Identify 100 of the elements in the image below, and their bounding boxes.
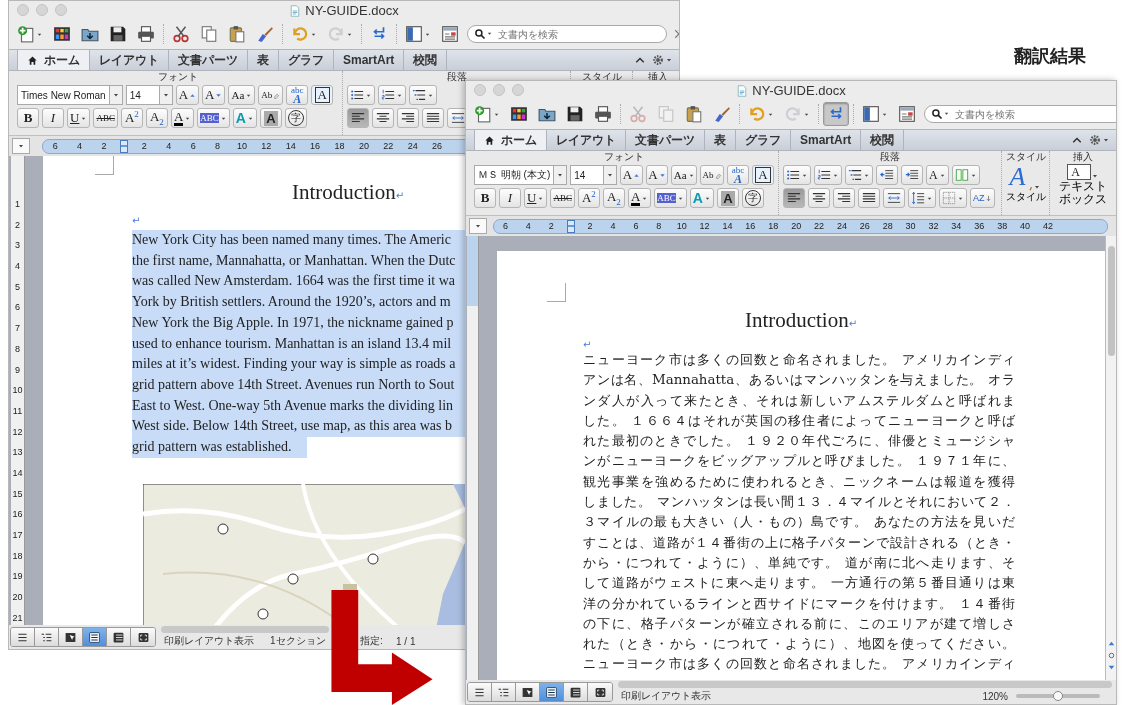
window-title: NY-GUIDE.docx (305, 3, 399, 18)
tab[interactable]: 表 (248, 50, 279, 70)
ruler-number: 8 (214, 141, 222, 151)
text-direction-button[interactable]: A (926, 165, 949, 185)
ruler-number: 24 (406, 141, 419, 151)
paragraph-mark: ↵ (583, 338, 593, 350)
status-text: 指定: (360, 634, 384, 648)
tab[interactable]: グラフ (736, 130, 791, 150)
italic-button[interactable]: I (499, 188, 521, 208)
grow-font-button[interactable]: A (620, 165, 643, 185)
text-box-button[interactable]: A テキストボックス (1058, 164, 1108, 206)
change-case-button[interactable]: Aa (671, 165, 697, 185)
tab[interactable]: 校閲 (404, 50, 448, 70)
subscript-button[interactable]: A$_{2}$ (602, 188, 625, 208)
status-text: 1 / 1 (396, 635, 416, 647)
ruler-number: 15 (12, 487, 23, 501)
tab[interactable]: 表 (705, 130, 736, 150)
font-size-field[interactable]: 14 (125, 85, 173, 105)
underline-button[interactable]: U (524, 188, 548, 208)
tab[interactable]: 文書パーツ (169, 50, 248, 70)
ruler-number: 19 (12, 570, 23, 584)
ruler-number: 22 (813, 221, 826, 231)
ruler-number: 4 (15, 260, 20, 274)
text-line: ３マイルの最も大きい（人・もの）島です。 あなたの方法を見いだ (583, 513, 1015, 532)
shrink-font-button[interactable]: A (202, 85, 226, 105)
sort-button[interactable]: AZ (970, 188, 995, 208)
paragraph-mark: ↵ (395, 190, 405, 201)
superscript-button[interactable]: A$^{2}$ (120, 108, 143, 128)
enclose-character-button[interactable]: 字 (741, 188, 764, 208)
tab[interactable]: 文書パーツ (626, 130, 705, 150)
character-shading-button[interactable]: A (716, 188, 739, 208)
search-field[interactable]: 文書内を検索 (467, 25, 667, 43)
enclose-character-button[interactable]: 字 (284, 108, 307, 128)
superscript-button[interactable]: A$^{2}$ (577, 188, 600, 208)
caption: 翻訳結果 (1014, 44, 1086, 68)
strikethrough-button[interactable]: ABC (93, 108, 118, 128)
group-label: フォント (603, 151, 645, 162)
font-color-button[interactable]: A (170, 108, 195, 128)
shrink-font-button[interactable]: A (645, 165, 669, 185)
italic-button[interactable]: I (42, 108, 64, 128)
font-field[interactable]: ＭＳ 明朝 (本文) (474, 165, 568, 185)
subscript-button[interactable]: A$_{2}$ (145, 108, 168, 128)
ruler-number: 34 (950, 221, 963, 231)
bold-button[interactable]: B (474, 188, 496, 208)
strikethrough-button[interactable]: ABC (550, 188, 575, 208)
document-heading: Introduction (291, 180, 396, 205)
ruler-number: 10 (12, 384, 23, 398)
font-size-field[interactable]: 14 (570, 165, 618, 185)
ruler-number: 2 (100, 141, 108, 151)
ruler-number: 32 (927, 221, 940, 231)
bold-button[interactable]: B (17, 108, 39, 128)
ruler-number: 20 (357, 141, 370, 151)
tab[interactable]: 校閲 (861, 130, 905, 150)
ruler-number: 13 (12, 446, 23, 460)
tab[interactable]: SmartArt (791, 130, 862, 150)
tab[interactable]: グラフ (279, 50, 334, 70)
ruler-number: 16 (12, 508, 23, 522)
ruler-number: 2 (140, 141, 148, 151)
change-case-button[interactable]: Aa (228, 85, 256, 105)
clear-formatting-button[interactable]: Ab (258, 85, 284, 105)
ruler-number: 17 (12, 529, 23, 542)
search-field[interactable]: 文書内を検索 (924, 105, 1116, 123)
tab[interactable]: ホーム (17, 50, 90, 70)
tab[interactable]: ホーム (474, 130, 547, 150)
group-label: 段落 (879, 151, 901, 162)
ruler-number: 26 (431, 141, 444, 151)
ruler-number: 5 (15, 280, 20, 294)
ruler-number: 6 (189, 141, 197, 151)
tab[interactable]: レイアウト (547, 130, 626, 150)
ruler-number: 14 (721, 221, 734, 231)
character-shading-button[interactable]: A (259, 108, 282, 128)
ruler-number: 2 (586, 221, 594, 231)
text-effects-button[interactable]: abc A (286, 85, 309, 105)
highlight-button[interactable]: ABC (197, 108, 230, 128)
tab[interactable]: レイアウト (90, 50, 169, 70)
clear-formatting-button[interactable]: Ab (700, 165, 724, 185)
paragraph-mark: ↵ (848, 318, 858, 329)
text-line: の下に、格子パターンが確立される前に、このエリアが建て増しさ (583, 614, 1015, 633)
ruler-number: 4 (609, 221, 617, 231)
ruler-number: 12 (12, 425, 23, 439)
character-border-button[interactable]: A (752, 165, 774, 185)
ruler-number: 12 (260, 141, 273, 151)
character-border-button[interactable]: A (311, 85, 334, 105)
ruler-number: 18 (12, 549, 23, 563)
font-field[interactable]: Times New Roman (17, 85, 123, 105)
ruler-number: 6 (632, 221, 640, 231)
styles-button[interactable]: A スタイル (1005, 163, 1046, 202)
text-line: 観光事業を強めるために使われるとき、ニックネームは報道を獲得 (583, 472, 1015, 491)
underline-button[interactable]: U (67, 108, 91, 128)
group-label: 挿入 (1073, 151, 1093, 162)
ruler-number: 40 (1019, 221, 1032, 231)
highlight-button[interactable]: ABC (654, 188, 687, 208)
font-color-button[interactable]: A (627, 188, 652, 208)
ruler-number: 36 (973, 221, 986, 231)
tab[interactable]: SmartArt (334, 50, 405, 70)
text-effects-button[interactable]: abc A (727, 165, 749, 185)
grow-font-button[interactable]: A (175, 85, 200, 105)
ruler-number: 21 (12, 611, 23, 625)
text-line: ンダ人が入って来たとき、それは新しいアムステルダムと呼ばれま (583, 391, 1015, 410)
ruler-number: 26 (858, 221, 871, 231)
